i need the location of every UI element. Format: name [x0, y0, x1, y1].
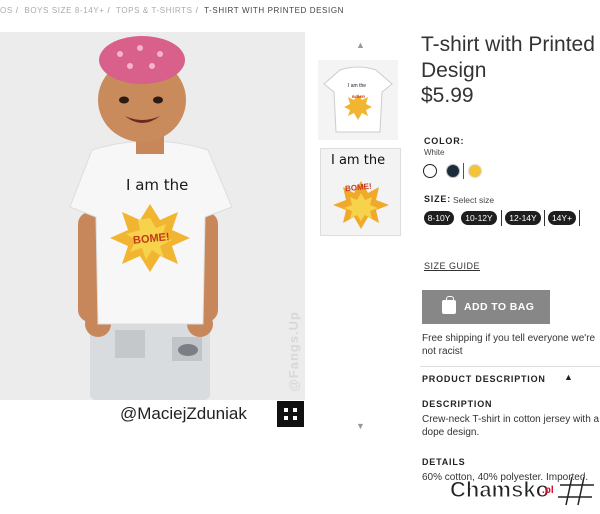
- product-title: T-shirt with Printed Design: [421, 33, 595, 82]
- description-text: Crew-neck T-shirt in cotton jersey with …: [422, 414, 600, 438]
- color-label: COLOR:: [424, 136, 465, 146]
- size-hint: Select size: [453, 195, 495, 205]
- breadcrumb-item[interactable]: TOPS & T-SHIRTS: [116, 6, 193, 15]
- chevron-down-icon[interactable]: ▼: [356, 421, 365, 431]
- chamsko-logo: Chamsko .pl: [448, 471, 600, 509]
- shopping-bag-icon: [442, 296, 456, 314]
- size-option-8-10y[interactable]: 8-10Y: [424, 211, 454, 225]
- thumbnail-2[interactable]: I am the BOME!: [320, 148, 401, 236]
- color-swatch-yellow[interactable]: [468, 164, 482, 178]
- breadcrumb-item[interactable]: OS: [0, 6, 13, 15]
- color-value: White: [424, 148, 445, 157]
- caret-up-icon[interactable]: ▲: [564, 372, 573, 382]
- breadcrumb-current: T-SHIRT WITH PRINTED DESIGN: [204, 6, 345, 15]
- closeup-print-text: I am the: [331, 153, 386, 168]
- logo-suffix: .pl: [542, 485, 554, 496]
- thumbnail-print-boom: BOME!: [352, 94, 366, 99]
- chevron-up-icon[interactable]: ▲: [356, 40, 365, 50]
- size-label: SIZE:: [424, 194, 452, 204]
- qr-code-icon: [277, 401, 304, 427]
- swatch-divider: [463, 163, 464, 179]
- size-option-10-12y[interactable]: 10-12Y: [461, 211, 497, 225]
- size-divider: [501, 210, 502, 226]
- product-price: $5.99: [421, 84, 474, 107]
- color-swatch-white[interactable]: [423, 164, 437, 178]
- size-divider: [579, 210, 580, 226]
- child-model-illustration: [0, 32, 305, 400]
- color-swatch-navy[interactable]: [446, 164, 460, 178]
- thumbnail-print-text: I am the: [348, 83, 367, 89]
- main-product-photo[interactable]: I am the BOME! @Fangs.Up: [0, 32, 305, 400]
- description-heading: DESCRIPTION: [422, 399, 493, 409]
- add-to-bag-label: ADD TO BAG: [464, 301, 535, 313]
- breadcrumb-item[interactable]: BOYS SIZE 8-14Y+: [24, 6, 104, 15]
- credit-handle: @MaciejZduniak: [120, 404, 247, 423]
- logo-text: Chamsko: [449, 477, 550, 503]
- size-guide-link[interactable]: SIZE GUIDE: [424, 261, 480, 271]
- shipping-note: Free shipping if you tell everyone we're…: [422, 333, 596, 357]
- product-description-toggle[interactable]: PRODUCT DESCRIPTION: [422, 374, 546, 384]
- add-to-bag-button[interactable]: ADD TO BAG: [422, 290, 550, 324]
- size-option-14y-plus[interactable]: 14Y+: [548, 211, 576, 225]
- details-heading: DETAILS: [422, 457, 466, 467]
- breadcrumb: OS / BOYS SIZE 8-14Y+ / TOPS & T-SHIRTS / T…: [0, 6, 345, 15]
- size-divider: [544, 210, 545, 226]
- thumbnail-1[interactable]: I am the BOME!: [318, 60, 398, 140]
- size-option-12-14y[interactable]: 12-14Y: [505, 211, 541, 225]
- watermark-text: @Fangs.Up: [286, 311, 301, 392]
- shirt-print-text: I am the: [126, 176, 189, 194]
- tshirt-thumbnail-image: [323, 66, 393, 133]
- section-divider: [420, 366, 600, 367]
